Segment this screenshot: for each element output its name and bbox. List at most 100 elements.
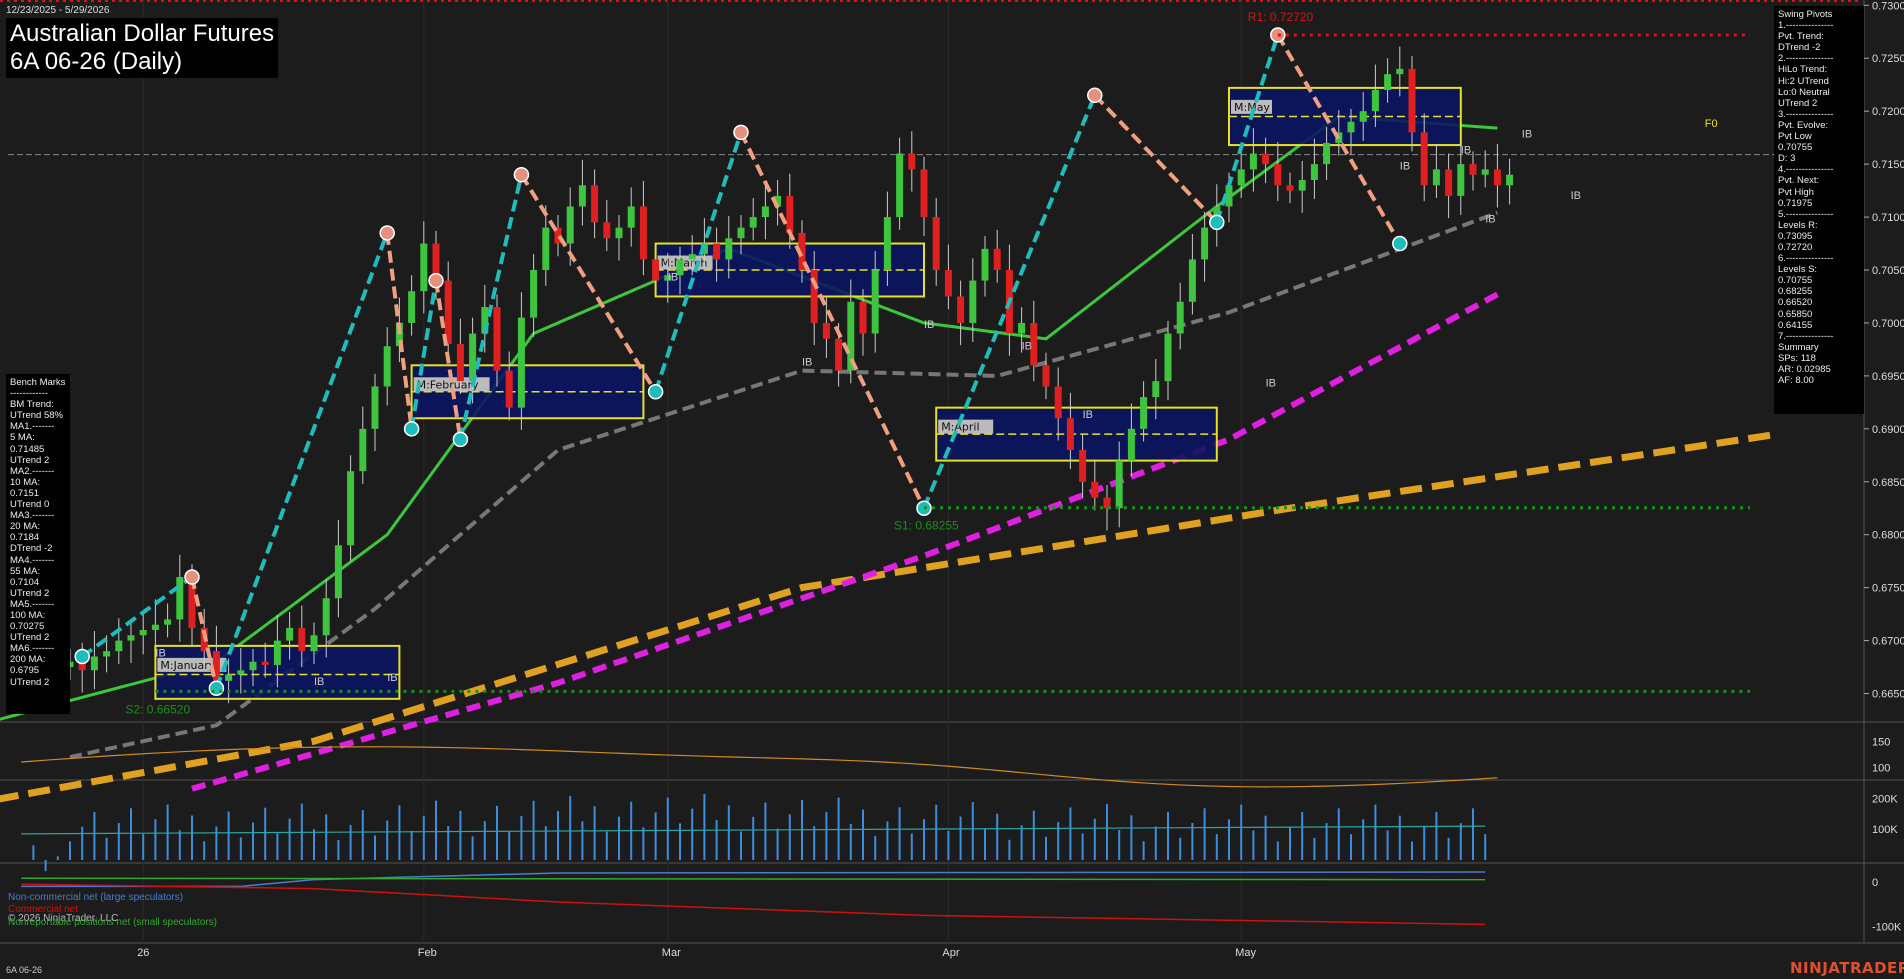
- cot-legend-nonreportable: Nonreportable positions net (small specu…: [8, 917, 217, 928]
- candle-down: [822, 322, 830, 339]
- candle-up: [1140, 397, 1148, 429]
- price-tick-label: 0.73000: [1872, 0, 1904, 12]
- ib-label: IB: [1485, 213, 1495, 225]
- candle-up: [164, 619, 172, 625]
- x-tick-label: May: [1235, 947, 1256, 959]
- candle-down: [713, 243, 721, 260]
- candle-up: [1310, 164, 1318, 180]
- swing-panel-line: Pvt Low: [1778, 131, 1812, 143]
- swing-panel-line: 0.73095: [1778, 230, 1813, 242]
- adx-tick-label: 100: [1872, 763, 1890, 775]
- swing-low-marker: [1392, 235, 1408, 252]
- bench-panel-line: 0.6795: [10, 665, 40, 677]
- bench-panel-line: MA2.-------: [10, 465, 55, 477]
- candle-up: [1127, 428, 1135, 461]
- swing-panel-line: Levels R:: [1778, 219, 1818, 231]
- candle-up: [371, 386, 379, 429]
- candle-up: [383, 346, 391, 387]
- bench-panel-line: BM Trend:: [10, 399, 54, 411]
- candle-up: [225, 674, 233, 681]
- candle-down: [456, 344, 464, 382]
- cot-commercial-line: [21, 883, 1486, 926]
- volume-tick-label: 100K: [1872, 824, 1898, 836]
- price-tick-label: 0.71500: [1872, 159, 1904, 171]
- ib-label: IB: [1571, 190, 1581, 202]
- chart-title: Australian Dollar Futures: [10, 20, 275, 47]
- candle-down: [1042, 365, 1050, 387]
- adx-tick-label: 150: [1872, 737, 1890, 749]
- candle-up: [1237, 169, 1245, 186]
- candle-up: [1249, 153, 1257, 170]
- swing-panel-line: 0.66520: [1778, 297, 1813, 309]
- swing-panel-line: 7.---------------: [1778, 330, 1834, 342]
- swing-panel-line: AF: 8.00: [1778, 375, 1814, 387]
- swing-leg: [81, 575, 194, 659]
- adx-line: [21, 746, 1498, 788]
- candle-up: [347, 471, 355, 546]
- swing-panel-line: 3.---------------: [1778, 108, 1834, 120]
- x-tick-label: 26: [137, 947, 149, 959]
- candle-up: [310, 635, 318, 652]
- ib-label: IB: [924, 319, 934, 331]
- candle-down: [261, 661, 269, 665]
- ib-label: IB: [802, 356, 812, 368]
- candle-down: [932, 217, 940, 270]
- price-tick-label: 0.71000: [1872, 212, 1904, 224]
- candle-down: [944, 270, 952, 297]
- candle-up: [1432, 169, 1440, 186]
- x-tick-label: Apr: [942, 947, 959, 959]
- candle-up: [176, 577, 184, 620]
- cot-tick-label: -100K: [1872, 922, 1902, 934]
- swing-low-marker: [74, 648, 90, 665]
- x-tick-label: Mar: [662, 947, 681, 959]
- chart-title-box: Australian Dollar Futures 6A 06-26 (Dail…: [6, 18, 278, 78]
- price-tick-label: 0.69500: [1872, 371, 1904, 383]
- candle-up: [627, 206, 635, 228]
- ib-label: IB: [1461, 145, 1471, 157]
- candle-up: [151, 624, 159, 630]
- swing-panel-line: Lo:0 Neutral: [1778, 86, 1830, 98]
- candle-up: [1371, 90, 1379, 112]
- swing-panel-line: Pvt. Evolve:: [1778, 119, 1829, 131]
- x-tick-label: Feb: [418, 947, 437, 959]
- candle-down: [859, 301, 867, 334]
- candle-down: [786, 195, 794, 233]
- candle-up: [1298, 180, 1306, 191]
- bench-panel-line: UTrend 2: [10, 632, 50, 644]
- swing-panel-line: Pvt High: [1778, 186, 1814, 198]
- swing-leg: [519, 173, 658, 393]
- candle-up: [1481, 169, 1489, 175]
- swing-panel-line: Hi:2 UTrend: [1778, 75, 1829, 87]
- candle-down: [1493, 169, 1501, 186]
- candle-up: [408, 291, 416, 323]
- ib-label: IB: [1083, 409, 1093, 421]
- swing-panel-line: Levels S:: [1778, 264, 1818, 276]
- monthly-label: M:January: [160, 659, 215, 672]
- bench-marks-panel: Bench Marks ------------ BM Trend: UTrend 5…: [6, 374, 70, 714]
- candle-down: [1420, 132, 1428, 186]
- swing-panel-line: AR: 0.02985: [1778, 364, 1831, 375]
- ma-200-line: [0, 430, 1779, 803]
- candle-up: [1506, 174, 1514, 186]
- candle-down: [505, 370, 513, 408]
- candle-up: [1396, 68, 1404, 75]
- candle-down: [835, 338, 843, 371]
- candle-up: [115, 640, 123, 652]
- swing-low-marker: [452, 431, 469, 448]
- swing-panel-line: UTrend 2: [1778, 97, 1818, 109]
- candle-up: [883, 217, 891, 270]
- candle-up: [737, 227, 745, 239]
- swing-high-marker: [733, 124, 749, 141]
- candle-down: [1445, 169, 1453, 196]
- candle-down: [1274, 164, 1282, 186]
- candle-up: [1018, 322, 1026, 334]
- candle-up: [578, 185, 586, 207]
- candle-up: [615, 227, 623, 239]
- candle-up: [249, 661, 257, 671]
- candle-up: [359, 428, 367, 472]
- candle-up: [1115, 460, 1123, 509]
- candle-up: [1347, 121, 1355, 133]
- swing-panel-line: 0.70755: [1778, 142, 1813, 154]
- candle-up: [1384, 74, 1392, 90]
- price-chart[interactable]: 0.66500 0.67000 0.67500 0.68000 0.68500 0.690…: [0, 0, 1904, 979]
